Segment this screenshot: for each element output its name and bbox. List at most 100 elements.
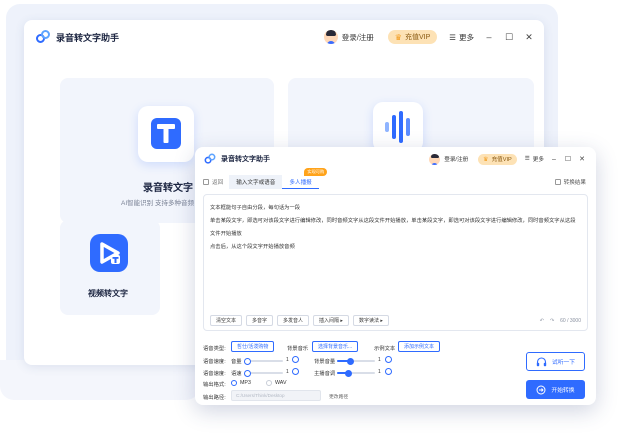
- result-toggle[interactable]: 转换结果: [554, 178, 596, 186]
- text-editor[interactable]: 文本框能句子自由分段，每句话为一段 单击某段文字，即选可对该段文字进行编辑修改，…: [203, 194, 588, 331]
- undo-icon[interactable]: ↶: [540, 318, 544, 324]
- main-volume-value: 1: [378, 369, 381, 375]
- insert-pause-button[interactable]: 插入间隔 ▸: [313, 315, 349, 326]
- card-video-to-text[interactable]: 视频转文字: [60, 220, 160, 315]
- main-volume-knob[interactable]: [345, 369, 353, 377]
- output-path-field[interactable]: C:/Users/Think/Desktop: [231, 390, 321, 401]
- number-reading-button[interactable]: 数字读法 ▸: [352, 315, 389, 326]
- tts-window: 录音转文字助手 登录/注册 ♛ 充值VIP ☰ 更多 – ☐ ✕ 返回 输入文字…: [195, 147, 596, 405]
- crown-icon: ♛: [394, 32, 402, 42]
- crown-icon: ♛: [483, 156, 489, 163]
- editor-line: 单击某段文字，即选可对该段文字进行编辑修改，同时音频文字从这段文件开始播放，单击…: [210, 218, 576, 224]
- menu-icon: ☰: [524, 156, 530, 162]
- front-minimize-button[interactable]: –: [550, 156, 558, 163]
- text-t-icon: [138, 106, 194, 162]
- main-volume-slider[interactable]: [337, 369, 375, 377]
- front-maximize-button[interactable]: ☐: [564, 155, 572, 163]
- tab-multi-speaker[interactable]: 多人播报 实现可购: [282, 168, 328, 189]
- bg-volume-knob[interactable]: [347, 357, 355, 365]
- volume-slider[interactable]: [243, 357, 283, 365]
- format-label: 输出格式:: [203, 382, 226, 388]
- tab-bar: 返回 输入文字或语音 多人播报 实现可购 转换结果: [195, 168, 596, 190]
- volume-reset-icon[interactable]: [292, 356, 299, 363]
- video-play-icon: [90, 234, 128, 272]
- speed2-label: 语音速度:: [203, 371, 226, 377]
- front-vip-button[interactable]: ♛ 充值VIP: [478, 153, 517, 165]
- char-counter: 60 / 3000: [560, 318, 581, 324]
- main-volume-reset-icon[interactable]: [385, 368, 392, 375]
- mp3-label: MP3: [240, 380, 251, 386]
- convert-icon: [536, 385, 546, 394]
- bg-music-button[interactable]: 选择背景音乐...: [312, 341, 359, 352]
- title-bar: 录音转文字助手 登录/注册 ♛ 充值VIP ☰ 更多 – ☐ ✕: [24, 20, 544, 54]
- avatar-icon[interactable]: [323, 30, 338, 44]
- checkbox-icon: [554, 179, 561, 185]
- tab-badge: 实现可购: [304, 168, 328, 176]
- multi-voice-button[interactable]: 多发音人: [277, 315, 310, 326]
- close-button[interactable]: ✕: [524, 32, 534, 43]
- editor-line: 文本框能句子自由分段，每句话为一段: [210, 205, 301, 211]
- rate-reset-icon[interactable]: [292, 368, 299, 375]
- front-app-title: 录音转文字助手: [221, 156, 270, 163]
- back-label: 返回: [212, 180, 224, 186]
- wav-label: WAV: [275, 380, 287, 386]
- card-audio-subtitle: AI智能识别 支持多种音频: [121, 200, 194, 207]
- front-close-button[interactable]: ✕: [578, 155, 586, 163]
- front-more-label: 更多: [532, 157, 544, 163]
- editor-line: 文件开始播放: [210, 231, 242, 237]
- back-button[interactable]: 返回: [203, 178, 223, 186]
- tab-input-text[interactable]: 输入文字或语音: [229, 175, 283, 189]
- rate-label: 语速: [231, 371, 242, 377]
- vip-button[interactable]: ♛ 充值VIP: [387, 30, 438, 44]
- login-link[interactable]: 登录/注册: [342, 32, 374, 43]
- maximize-button[interactable]: ☐: [504, 32, 514, 43]
- editor-toolbar: 清空文本 多音字 多发音人 插入间隔 ▸ 数字读法 ▸: [210, 315, 389, 326]
- card-text-to-audio[interactable]: [288, 78, 534, 158]
- headphones-icon: [536, 356, 547, 366]
- logo-icon: [36, 30, 50, 44]
- bg-volume-label: 背景音量: [314, 359, 336, 365]
- polyphone-button[interactable]: 多音字: [246, 315, 274, 326]
- volume-value: 1: [286, 357, 289, 363]
- vip-label: 充值VIP: [404, 34, 431, 41]
- preview-button[interactable]: 试听一下: [526, 352, 585, 371]
- result-label: 转换结果: [563, 180, 586, 186]
- bg-volume-reset-icon[interactable]: [385, 356, 392, 363]
- convert-button[interactable]: 开始转换: [526, 380, 585, 399]
- more-menu[interactable]: ☰ 更多: [449, 32, 474, 43]
- editor-status: ↶ ↷ 60 / 3000: [540, 318, 581, 324]
- app-title: 录音转文字助手: [56, 32, 120, 43]
- front-title-bar: 录音转文字助手 登录/注册 ♛ 充值VIP ☰ 更多 – ☐ ✕: [195, 147, 596, 171]
- wav-radio[interactable]: [266, 380, 272, 386]
- minimize-button[interactable]: –: [484, 32, 494, 42]
- bg-volume-slider[interactable]: [337, 357, 375, 365]
- front-login-link[interactable]: 登录/注册: [444, 155, 468, 163]
- bg-volume-value: 1: [378, 357, 381, 363]
- convert-label: 开始转换: [551, 388, 575, 394]
- rate-slider[interactable]: [243, 369, 283, 377]
- mp3-radio[interactable]: [231, 380, 237, 386]
- menu-icon: ☰: [449, 32, 456, 42]
- preview-label: 试听一下: [551, 360, 576, 366]
- card-audio-title: 录音转文字: [143, 183, 193, 194]
- waveform-icon: [373, 102, 423, 152]
- sample-text-button[interactable]: 添加示例文本: [398, 341, 441, 352]
- voice-type-label: 语音类型:: [203, 346, 226, 352]
- front-vip-label: 充值VIP: [491, 157, 512, 163]
- redo-icon[interactable]: ↷: [550, 318, 554, 324]
- rate-knob[interactable]: [243, 369, 251, 377]
- main-volume-label: 主播音调: [314, 371, 336, 377]
- front-more-menu[interactable]: ☰ 更多: [525, 155, 544, 163]
- tab-multi-label: 多人播报: [289, 179, 312, 186]
- editor-line: 点击后，从这个段文字开始播放音频: [210, 244, 295, 250]
- change-path-link[interactable]: 更改路径: [329, 393, 348, 400]
- speed-label: 语音速度:: [203, 359, 226, 365]
- card-video-title: 视频转文字: [88, 289, 128, 298]
- avatar-icon[interactable]: [429, 153, 441, 165]
- logo-icon: [204, 153, 216, 165]
- bg-music-label: 背景音乐: [287, 346, 309, 352]
- clear-text-button[interactable]: 清空文本: [210, 315, 243, 326]
- volume-knob[interactable]: [243, 357, 251, 365]
- voice-type-button[interactable]: 哲仕/活泼购物: [231, 341, 275, 352]
- volume-label: 音量: [231, 359, 242, 365]
